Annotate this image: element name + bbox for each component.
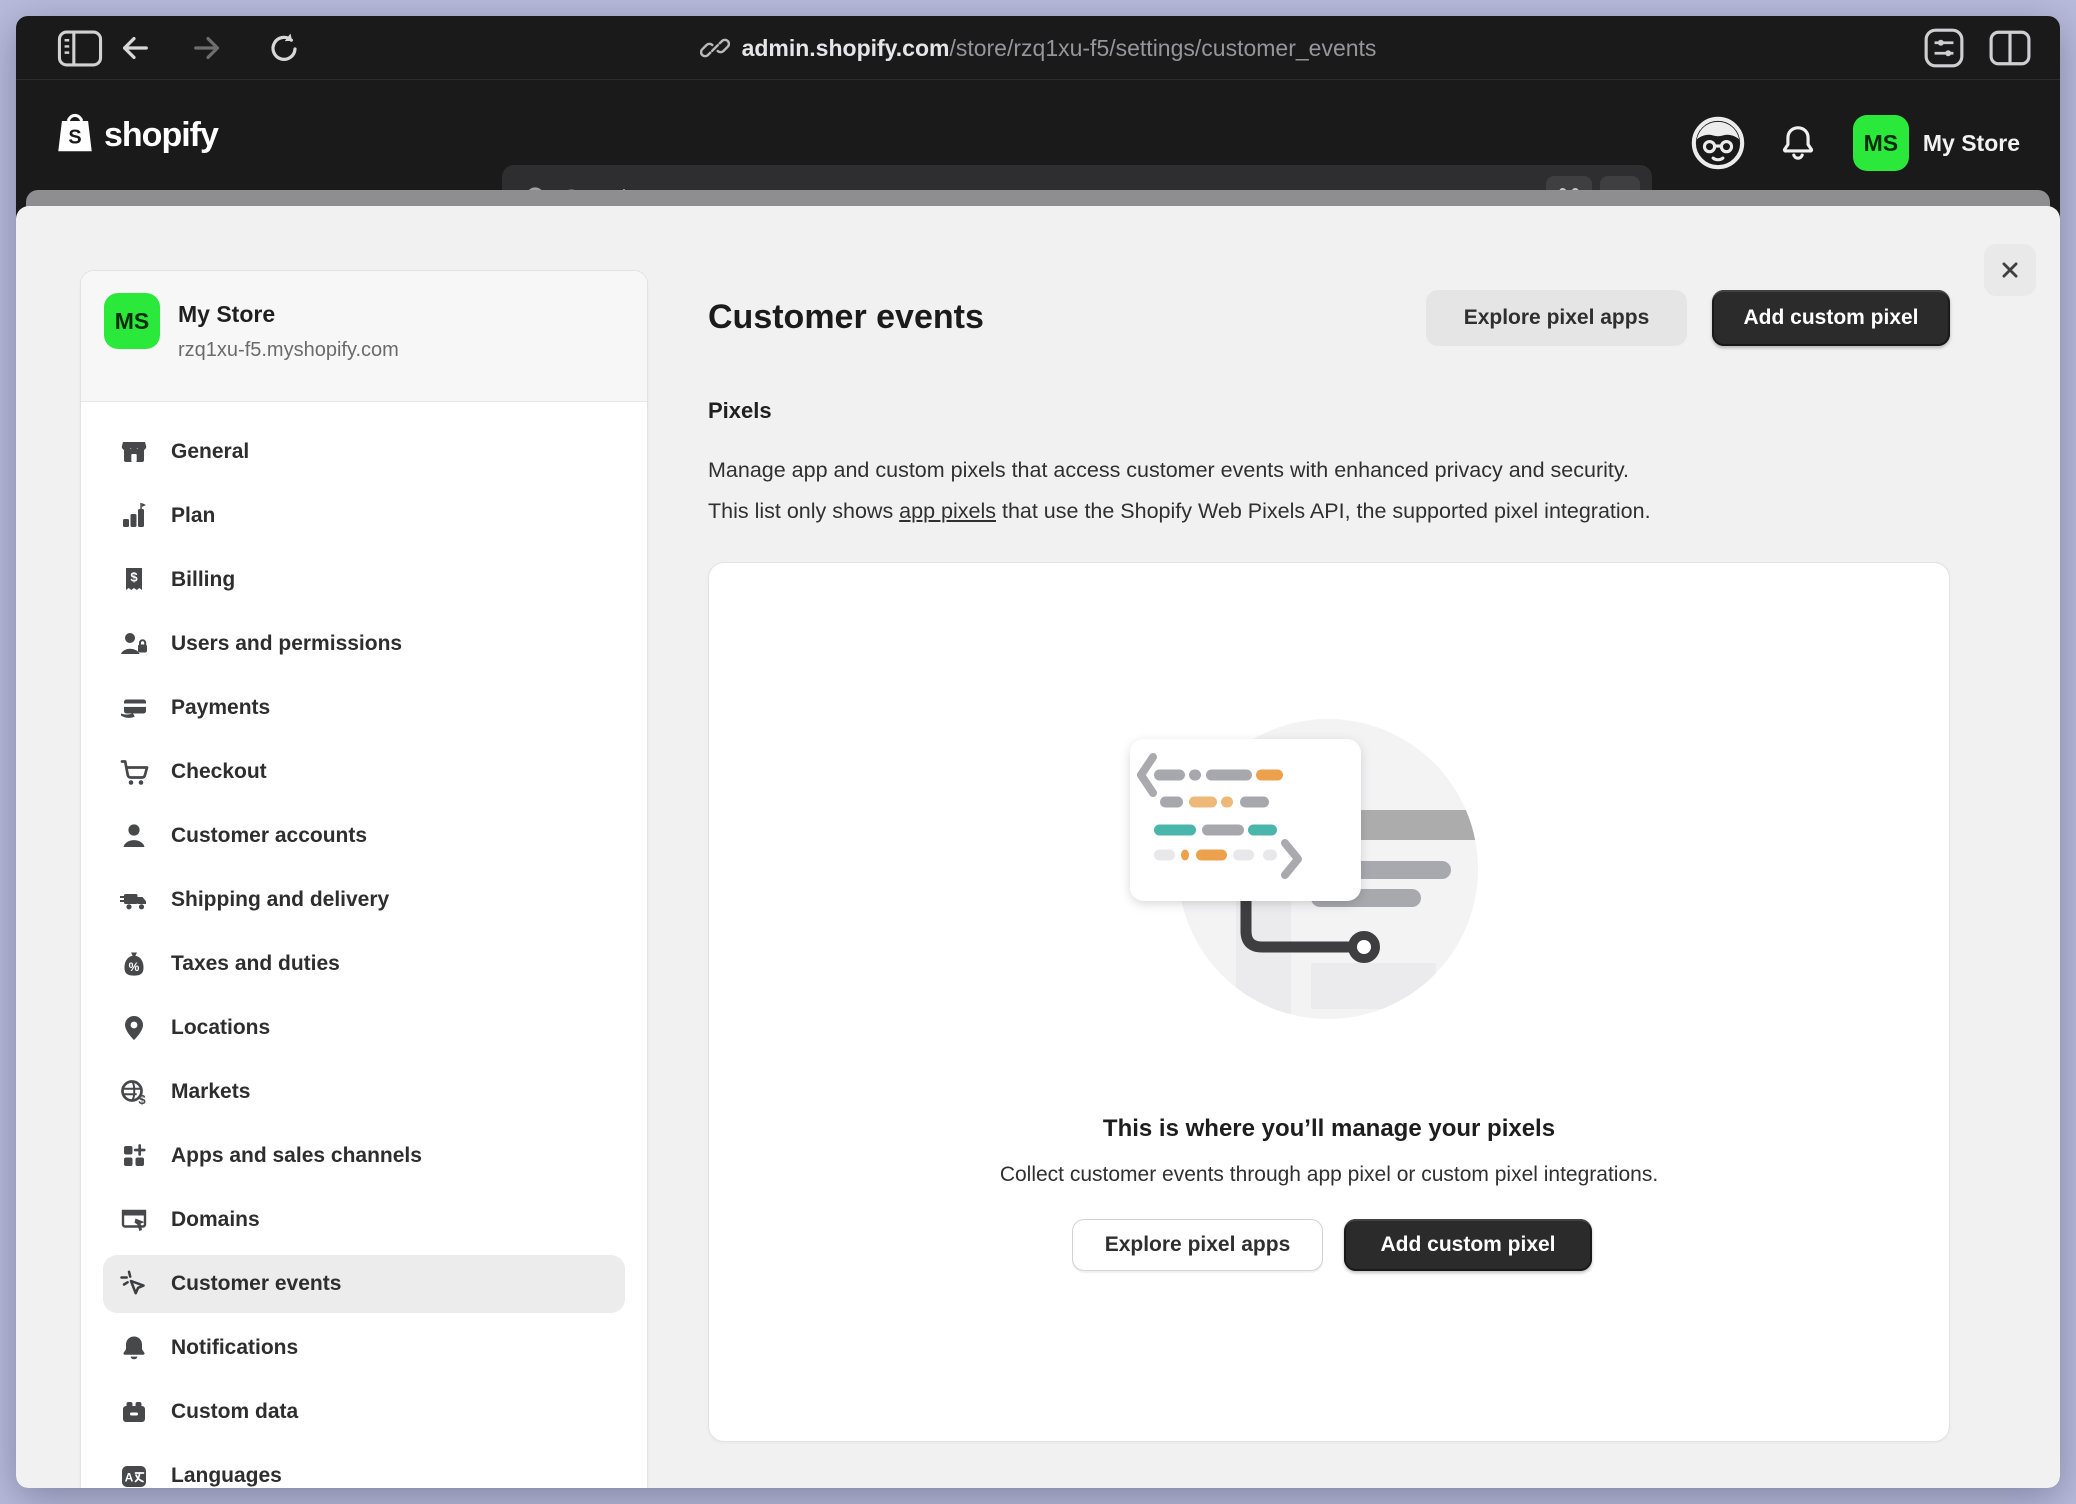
store-avatar[interactable]: MS xyxy=(1853,115,1909,171)
add-custom-pixel-button[interactable]: Add custom pixel xyxy=(1712,290,1950,346)
sidebar-item-label: Custom data xyxy=(171,1400,298,1424)
sidebar-item-payments[interactable]: Payments xyxy=(103,679,625,737)
sidebar-item-customer-accounts[interactable]: Customer accounts xyxy=(103,807,625,865)
sidebar-item-label: Customer accounts xyxy=(171,824,367,848)
svg-text:A: A xyxy=(125,1471,134,1485)
sidebar-item-domains[interactable]: Domains xyxy=(103,1191,625,1249)
markets-icon: $ xyxy=(117,1075,151,1109)
locations-icon xyxy=(117,1011,151,1045)
pixels-description: Manage app and custom pixels that access… xyxy=(708,450,1978,532)
custom-data-icon xyxy=(117,1395,151,1429)
browser-chrome: admin.shopify.com/store/rzq1xu-f5/settin… xyxy=(16,16,2060,80)
pixels-section-heading: Pixels xyxy=(708,398,772,424)
languages-icon: A xyxy=(117,1459,151,1488)
sidebar-item-markets[interactable]: $ Markets xyxy=(103,1063,625,1121)
sidebar-item-label: Plan xyxy=(171,504,215,528)
empty-add-custom-pixel-button[interactable]: Add custom pixel xyxy=(1344,1219,1592,1271)
shopify-header: S shopify Search K MS My Store xyxy=(16,80,2060,206)
sidebar-item-plan[interactable]: Plan xyxy=(103,487,625,545)
sidebar-item-label: Customer events xyxy=(171,1272,341,1296)
header-actions: MS My Store xyxy=(1689,80,2060,206)
link-icon xyxy=(700,33,730,63)
notifications-icon xyxy=(117,1331,151,1365)
store-name: My Store xyxy=(178,301,275,328)
store-icon xyxy=(117,435,151,469)
sidebar-item-label: Languages xyxy=(171,1464,282,1488)
store-menu-label[interactable]: My Store xyxy=(1923,130,2020,157)
address-bar[interactable]: admin.shopify.com/store/rzq1xu-f5/settin… xyxy=(16,16,2060,80)
sidebar-item-checkout[interactable]: Checkout xyxy=(103,743,625,801)
settings-sidebar: MS My Store rzq1xu-f5.myshopify.com Gene… xyxy=(80,270,648,1488)
svg-text:$: $ xyxy=(138,1092,146,1107)
sidebar-item-label: Notifications xyxy=(171,1336,298,1360)
svg-text:$: $ xyxy=(130,570,138,585)
shopify-logo[interactable]: S shopify xyxy=(54,80,218,190)
apps-icon xyxy=(117,1139,151,1173)
store-domain: rzq1xu-f5.myshopify.com xyxy=(178,339,399,362)
taxes-icon: % xyxy=(117,947,151,981)
empty-state-title: This is where you’ll manage your pixels xyxy=(709,1115,1949,1143)
screen: { "browser": { "url_host": "admin.shopif… xyxy=(0,0,2076,1504)
sidebar-item-label: Domains xyxy=(171,1208,260,1232)
sidebar-item-general[interactable]: General xyxy=(103,423,625,481)
sidebar-item-notifications[interactable]: Notifications xyxy=(103,1319,625,1377)
users-icon xyxy=(117,627,151,661)
pixels-empty-illustration xyxy=(1089,703,1589,1043)
pixels-empty-card: This is where you’ll manage your pixels … xyxy=(708,562,1950,1442)
browser-window: admin.shopify.com/store/rzq1xu-f5/settin… xyxy=(16,16,2060,1488)
sidebar-item-label: Checkout xyxy=(171,760,267,784)
shopify-wordmark: shopify xyxy=(104,116,218,155)
browser-settings-icon[interactable] xyxy=(1920,16,1968,80)
sidebar-item-label: General xyxy=(171,440,249,464)
app-pixels-link[interactable]: app pixels xyxy=(899,499,996,523)
sidebar-item-billing[interactable]: $ Billing xyxy=(103,551,625,609)
svg-text:S: S xyxy=(68,126,81,148)
url-text: admin.shopify.com/store/rzq1xu-f5/settin… xyxy=(742,35,1377,62)
svg-text:%: % xyxy=(129,960,140,974)
settings-nav: General Plan $ Billing Users and permissions… xyxy=(103,423,625,1488)
empty-explore-pixel-apps-button[interactable]: Explore pixel apps xyxy=(1072,1219,1323,1271)
shipping-icon xyxy=(117,883,151,917)
sidebar-item-taxes-and-duties[interactable]: % Taxes and duties xyxy=(103,935,625,993)
billing-icon: $ xyxy=(117,563,151,597)
sidebar-item-shipping-and-delivery[interactable]: Shipping and delivery xyxy=(103,871,625,929)
explore-pixel-apps-button[interactable]: Explore pixel apps xyxy=(1426,290,1687,346)
empty-state-subtitle: Collect customer events through app pixe… xyxy=(709,1163,1949,1187)
sidebar-item-label: Shipping and delivery xyxy=(171,888,389,912)
url-host: admin.shopify.com xyxy=(742,35,950,61)
split-view-icon[interactable] xyxy=(1986,16,2034,80)
sidebar-item-label: Payments xyxy=(171,696,270,720)
sidebar-item-customer-events[interactable]: Customer events xyxy=(103,1255,625,1313)
payments-icon xyxy=(117,691,151,725)
sidebar-item-label: Billing xyxy=(171,568,235,592)
checkout-icon xyxy=(117,755,151,789)
sidebar-item-users-and-permissions[interactable]: Users and permissions xyxy=(103,615,625,673)
notifications-bell-icon[interactable] xyxy=(1777,122,1819,164)
domains-icon xyxy=(117,1203,151,1237)
shopify-bag-icon: S xyxy=(54,110,96,161)
sidebar-item-label: Users and permissions xyxy=(171,632,402,656)
page-title: Customer events xyxy=(708,298,984,337)
sidebar-item-languages[interactable]: A Languages xyxy=(103,1447,625,1488)
customer-events-icon xyxy=(117,1267,151,1301)
sidebar-item-label: Taxes and duties xyxy=(171,952,340,976)
sidebar-item-apps-and-sales-channels[interactable]: Apps and sales channels xyxy=(103,1127,625,1185)
close-button[interactable] xyxy=(1984,244,2036,296)
sidebar-item-label: Apps and sales channels xyxy=(171,1144,422,1168)
plan-icon xyxy=(117,499,151,533)
sidebar-item-locations[interactable]: Locations xyxy=(103,999,625,1057)
sidebar-item-label: Markets xyxy=(171,1080,250,1104)
sidebar-item-custom-data[interactable]: Custom data xyxy=(103,1383,625,1441)
description-line1: Manage app and custom pixels that access… xyxy=(708,450,1978,491)
sidebar-item-label: Locations xyxy=(171,1016,270,1040)
close-icon xyxy=(1995,255,2025,285)
description-line2: This list only shows app pixels that use… xyxy=(708,491,1978,532)
customer-accounts-icon xyxy=(117,819,151,853)
store-card-avatar: MS xyxy=(104,293,160,349)
settings-modal: MS My Store rzq1xu-f5.myshopify.com Gene… xyxy=(16,206,2060,1488)
url-path: /store/rzq1xu-f5/settings/customer_event… xyxy=(949,35,1376,61)
store-card: MS My Store rzq1xu-f5.myshopify.com xyxy=(81,271,647,402)
sidekick-assistant-icon[interactable] xyxy=(1689,114,1747,172)
